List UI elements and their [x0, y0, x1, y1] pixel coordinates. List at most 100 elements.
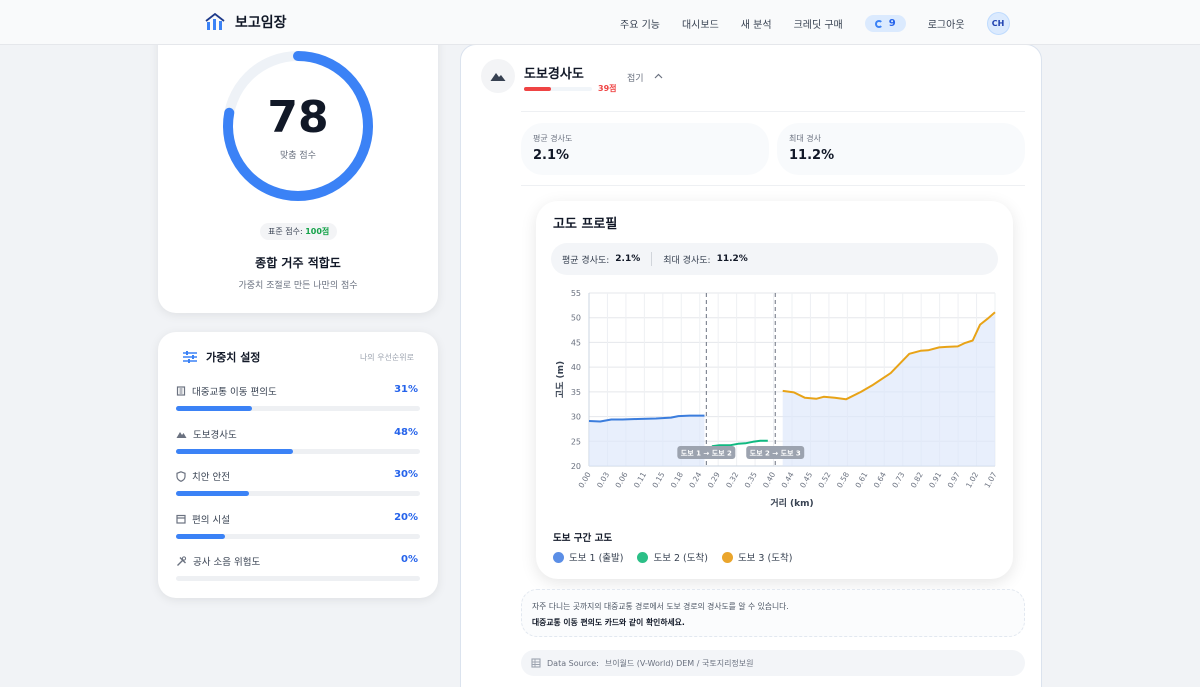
y-tick-label: 25	[571, 437, 581, 446]
slope-score: 39점	[598, 84, 617, 93]
legend-swatch	[721, 551, 733, 563]
weight-settings-hint: 나의 우선순위로	[359, 353, 414, 362]
x-tick-label: 0.52	[816, 470, 832, 489]
weight-label-text: 공사 소음 위험도	[193, 557, 261, 568]
x-axis-title: 거리 (km)	[770, 497, 813, 509]
credit-balance-badge[interactable]: 9	[864, 15, 906, 32]
weight-row-transit[interactable]: 대중교통 이동 편의도 31%	[176, 384, 420, 411]
segment-divider-label: 도보 1 → 도보 2	[681, 450, 732, 458]
x-tick-label: 0.97	[946, 470, 962, 489]
legend-label: 도보 2 (도착)	[653, 553, 708, 564]
store-icon	[176, 514, 186, 524]
x-tick-label: 0.24	[687, 470, 703, 489]
weight-label-transit: 대중교통 이동 편의도	[176, 384, 420, 398]
x-tick-label: 0.45	[798, 470, 814, 489]
overall-fit-subtitle: 가중치 조절로 만든 나만의 점수	[238, 281, 358, 291]
shield-icon	[176, 470, 186, 482]
legend-item[interactable]: 도보 2 (도착)	[637, 550, 708, 564]
x-tick-label: 0.64	[872, 470, 888, 489]
slope-card: 도보경사도 39점 접기 평균 경사도 2.1% 최대 경사 11.2% 고도 …	[460, 44, 1042, 687]
logout-link[interactable]: 로그아웃	[928, 16, 965, 31]
elevation-max-value: 11.2%	[716, 254, 748, 264]
score-label: 맞춤 점수	[280, 151, 316, 161]
weight-label-text: 대중교통 이동 편의도	[192, 387, 277, 398]
y-axis-title: 고도 (m)	[555, 361, 566, 398]
weight-settings-title: 가중치 설정	[206, 351, 261, 364]
weight-row-slope[interactable]: 도보경사도 48%	[176, 427, 420, 454]
summary-separator	[651, 252, 653, 266]
weight-row-noise[interactable]: 공사 소음 위험도 0%	[176, 554, 420, 581]
user-avatar[interactable]: CH	[986, 12, 1010, 35]
y-tick-label: 45	[571, 338, 581, 347]
collapse-button[interactable]: 접기	[627, 71, 663, 84]
x-tick-label: 0.06	[613, 470, 629, 489]
max-slope-value: 11.2%	[789, 148, 835, 163]
x-tick-label: 0.32	[724, 470, 740, 489]
weight-slider-fill	[176, 534, 225, 539]
data-source-label: Data Source:	[547, 658, 599, 668]
y-tick-label: 50	[571, 314, 581, 323]
collapse-label: 접기	[627, 74, 644, 84]
max-slope-label: 최대 경사	[789, 134, 821, 143]
x-tick-label: 0.61	[853, 470, 869, 489]
legend-swatch	[553, 551, 564, 563]
note-emphasis: 대중교통 이동 편의도 카드와 같이 확인하세요.	[532, 618, 685, 627]
weight-label-slope: 도보경사도	[176, 427, 420, 441]
x-tick-label: 0.03	[595, 470, 611, 489]
elevation-avg-value: 2.1%	[615, 254, 641, 264]
slope-score-fill	[524, 87, 551, 91]
x-tick-label: 0.44	[780, 470, 796, 489]
x-tick-label: 0.58	[835, 470, 851, 489]
weight-slider-track[interactable]	[176, 449, 420, 454]
weight-slider-track[interactable]	[176, 406, 420, 411]
x-tick-label: 1.02	[964, 470, 980, 489]
elevation-profile-card: 고도 프로필 평균 경사도: 2.1% 최대 경사도: 11.2% 20 25 30…	[536, 201, 1013, 579]
weight-percent: 0%	[401, 554, 418, 565]
header-divider	[521, 111, 1025, 112]
x-tick-label: 0.29	[706, 470, 722, 489]
legend-title: 도보 구간 고도	[553, 533, 613, 544]
credit-count: 9	[888, 18, 896, 29]
weight-label-noise: 공사 소음 위험도	[176, 554, 420, 568]
x-tick-label: 0.35	[743, 470, 759, 489]
y-tick-label: 20	[571, 462, 581, 471]
data-source: Data Source: 브이월드 (V-World) DEM / 국토지리정보…	[521, 650, 1025, 676]
legend-item[interactable]: 도보 3 (도착)	[721, 550, 793, 564]
weight-row-amenities[interactable]: 편의 시설 20%	[176, 512, 420, 539]
segment-divider-label: 도보 2 → 도보 3	[750, 450, 801, 458]
nav-buy-credits[interactable]: 크레딧 구매	[794, 16, 843, 31]
weight-settings-header: 가중치 설정	[182, 349, 260, 365]
tools-icon	[177, 555, 187, 566]
overall-fit-title: 종합 거주 적합도	[255, 256, 341, 270]
nav-features[interactable]: 주요 기능	[620, 16, 660, 31]
weight-label-safety: 치안 안전	[176, 469, 420, 483]
brand-logo-link[interactable]: 보고임장	[205, 12, 287, 32]
legend-item[interactable]: 도보 1 (출발)	[553, 550, 623, 564]
stats-divider	[521, 185, 1025, 186]
x-tick-label: 0.91	[927, 470, 943, 489]
brand-title: 보고임장	[235, 15, 287, 31]
mountain-icon	[490, 73, 506, 81]
bar-chart-logo-icon	[205, 13, 225, 30]
x-tick-label: 0.82	[909, 470, 925, 489]
database-icon	[531, 658, 541, 668]
weight-row-safety[interactable]: 치안 안전 30%	[176, 469, 420, 496]
data-source-value: 브이월드 (V-World) DEM / 국토지리정보원	[604, 658, 754, 668]
weight-percent: 20%	[394, 512, 418, 523]
weight-slider-track[interactable]	[176, 534, 420, 539]
elevation-chart: 20 25 30 35 40 45 50 55 0.00 0.03 0.06 0.11 0.15 0.18…	[555, 289, 999, 509]
nav-new-analysis[interactable]: 새 분석	[741, 16, 772, 31]
elevation-title: 고도 프로필	[553, 217, 618, 232]
weight-label-text: 도보경사도	[193, 430, 237, 441]
weight-slider-track[interactable]	[176, 576, 420, 581]
slope-title: 도보경사도	[524, 67, 584, 82]
series-area-3	[782, 312, 995, 466]
y-tick-label: 55	[571, 289, 581, 298]
note-text: 자주 다니는 곳까지의 대중교통 경로에서 도보 경로의 경사도를 알 수 있습…	[532, 602, 789, 611]
avg-slope-label: 평균 경사도	[533, 134, 573, 143]
legend-label: 도보 3 (도착)	[737, 553, 793, 564]
nav-dashboard[interactable]: 대시보드	[682, 16, 719, 31]
x-tick-label: 0.73	[890, 470, 906, 489]
weight-percent: 30%	[394, 469, 418, 480]
weight-slider-track[interactable]	[176, 491, 420, 496]
